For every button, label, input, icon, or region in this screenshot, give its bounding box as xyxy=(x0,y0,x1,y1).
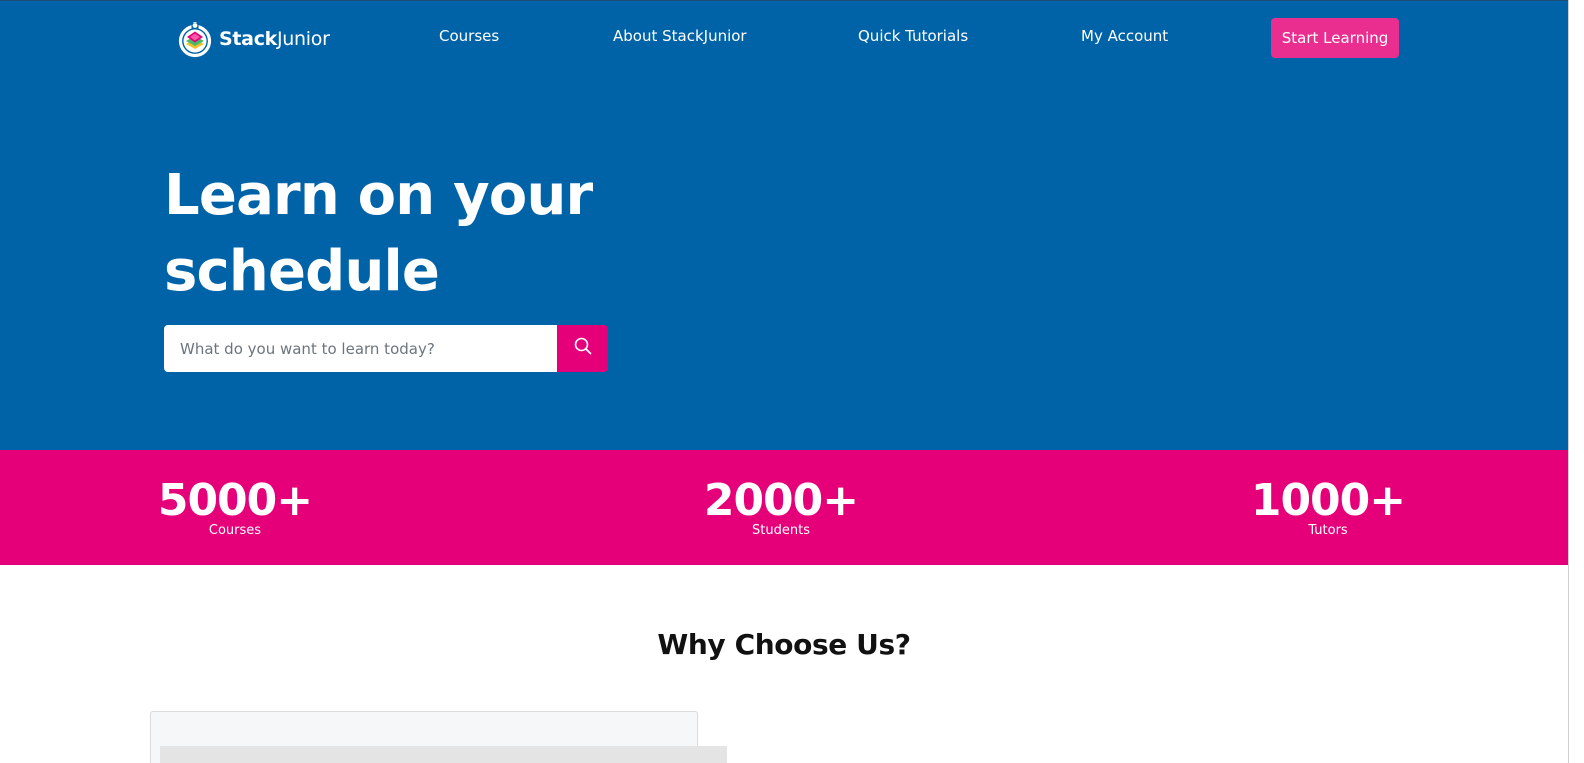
stat-value: 1000+ xyxy=(1250,475,1406,526)
why-choose-us-heading: Why Choose Us? xyxy=(657,628,911,661)
brand-name-regular: Junior xyxy=(277,28,330,50)
stat-students: 2000+ Students xyxy=(701,477,861,539)
course-search xyxy=(164,325,608,372)
stat-tutors: 1000+ Tutors xyxy=(1248,477,1408,539)
stackjunior-book-logo-icon xyxy=(176,20,214,58)
page: StackJunior Courses About StackJunior Qu… xyxy=(0,0,1568,763)
brand-logo[interactable]: StackJunior xyxy=(176,19,330,59)
nav-my-account[interactable]: My Account xyxy=(1081,27,1168,45)
start-learning-button[interactable]: Start Learning xyxy=(1271,18,1399,58)
nav-about-stackjunior[interactable]: About StackJunior xyxy=(613,27,747,45)
stat-value: 5000+ xyxy=(157,475,313,526)
stats-band: 5000+ Courses 2000+ Students 1000+ Tutor… xyxy=(0,450,1568,565)
nav-quick-tutorials[interactable]: Quick Tutorials xyxy=(858,27,968,45)
stat-courses: 5000+ Courses xyxy=(155,477,315,539)
brand-name-bold: Stack xyxy=(219,28,277,50)
hero-title: Learn on your schedule xyxy=(164,163,593,304)
page-scrollbar[interactable] xyxy=(1568,0,1584,763)
search-input[interactable] xyxy=(164,325,557,372)
nav-courses[interactable]: Courses xyxy=(439,27,499,45)
search-icon xyxy=(574,337,592,360)
search-button[interactable] xyxy=(557,325,608,372)
feature-card-image-placeholder xyxy=(160,746,727,763)
brand-name: StackJunior xyxy=(219,28,330,50)
hero-section: StackJunior Courses About StackJunior Qu… xyxy=(0,0,1568,450)
stat-value: 2000+ xyxy=(703,475,859,526)
